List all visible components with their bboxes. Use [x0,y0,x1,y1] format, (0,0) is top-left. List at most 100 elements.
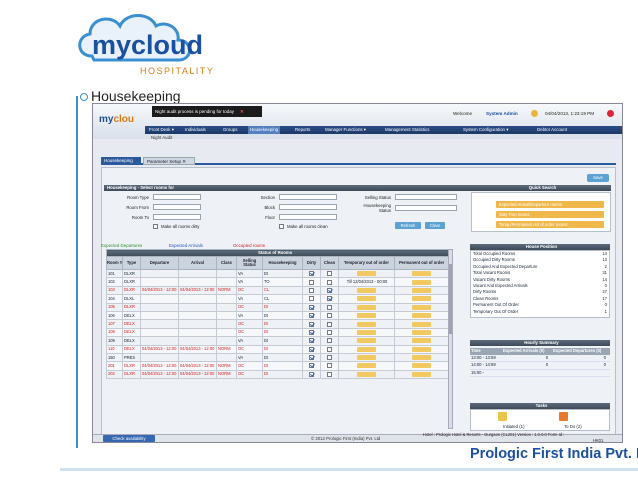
quick-out-of-order-button[interactable]: Temp./Permanent out of order rooms [496,221,604,228]
col-departure[interactable]: Departure [140,256,179,270]
menu-housekeeping[interactable]: Housekeeping [248,126,281,134]
section-select[interactable] [279,194,337,200]
clean-checkbox[interactable] [327,321,332,327]
table-row[interactable]: 105 DLXR OC DI [106,302,450,312]
make-clean-checkbox[interactable] [279,224,284,229]
col-type[interactable]: Type [122,256,141,270]
todo-task-label[interactable]: To Do (2) [564,424,582,429]
perm-ooo-button[interactable] [412,287,432,293]
dirty-checkbox[interactable] [309,279,314,285]
sub-nav-night-audit[interactable]: Night Audit [151,135,172,140]
dirty-checkbox[interactable] [309,296,314,302]
user-name[interactable]: System Admin [486,111,518,116]
room-type-select[interactable] [153,194,201,200]
table-row[interactable]: 106 DELX VA DI [106,310,450,321]
close-icon[interactable]: ✕ [182,159,186,164]
table-row[interactable]: 109 DELX VA DI [106,336,450,346]
clean-checkbox[interactable] [327,329,332,335]
dirty-checkbox[interactable] [309,313,314,319]
user-icon[interactable] [531,110,538,117]
close-icon[interactable]: ✕ [240,109,244,114]
clean-checkbox[interactable] [327,371,332,377]
table-row[interactable]: 107 DELX OC DI [106,319,450,329]
perm-ooo-button[interactable] [412,271,432,277]
dirty-checkbox[interactable] [309,329,314,335]
menu-debtor-account[interactable]: Debtor Account [537,126,567,134]
temp-ooo-button[interactable] [357,355,376,361]
perm-ooo-button[interactable] [412,279,432,285]
menu-individuals[interactable]: Individuals [185,126,206,134]
menu-front-desk[interactable]: Front Desk ▾ [149,126,174,134]
temp-ooo-button[interactable] [357,329,376,335]
clean-checkbox[interactable] [327,338,332,344]
table-row[interactable]: 150 PRES VA DI [106,352,450,363]
col-housekeeping[interactable]: Housekeeping [262,256,303,270]
initiated-task-label[interactable]: Initiated (1) [503,424,525,429]
dirty-checkbox[interactable] [309,304,314,310]
block-select[interactable] [279,204,337,210]
clean-checkbox[interactable] [327,279,332,285]
perm-ooo-button[interactable] [412,363,432,369]
clean-checkbox[interactable] [327,355,332,361]
tab-housekeeping[interactable]: Housekeeping [101,157,141,165]
table-row[interactable]: 202 DLXR 04/04/2013 - 12:00 04/04/2013 - 12… [106,369,450,380]
table-row[interactable]: 108 DELX OC DI [106,327,450,338]
refresh-button[interactable]: Refresh [395,222,421,229]
table-row[interactable]: 103 DLXR 04/04/2013 - 12:00 04/04/2013 - 12… [106,285,450,296]
clean-checkbox[interactable] [327,313,332,319]
temp-ooo-button[interactable] [357,346,376,352]
dirty-checkbox[interactable] [309,321,314,327]
temp-ooo-button[interactable] [357,363,376,369]
clear-button[interactable]: Clear [425,222,445,229]
initiated-task-icon[interactable] [498,412,507,421]
col-temp-ooo[interactable]: Temporary out of order [338,256,395,270]
quick-arr-dep-button[interactable]: Expected Arrival/Departure rooms [496,201,604,208]
dirty-checkbox[interactable] [309,271,314,277]
menu-reports[interactable]: Reports [295,126,310,134]
clean-checkbox[interactable] [327,271,332,277]
temp-ooo-button[interactable] [357,371,376,377]
perm-ooo-button[interactable] [412,355,432,361]
room-from-select[interactable] [153,204,201,210]
check-availability-button[interactable]: Check availability [103,435,155,442]
dirty-checkbox[interactable] [309,363,314,369]
perm-ooo-button[interactable] [412,296,432,302]
save-button[interactable]: Save [587,174,609,182]
temp-ooo-button[interactable] [357,271,376,277]
perm-ooo-button[interactable] [412,338,432,344]
col-clean[interactable]: Clean [320,256,339,270]
col-perm-ooo[interactable]: Permanent out of order [393,256,450,270]
menu-manager-functions[interactable]: Manager Functions ▾ [325,126,366,134]
col-dirty[interactable]: Dirty [302,256,321,270]
temp-ooo-button[interactable] [357,313,376,319]
temp-ooo-button[interactable] [357,321,376,327]
room-to-select[interactable] [153,214,201,220]
floor-select[interactable] [279,214,337,220]
table-row[interactable]: 110 DELX 04/04/2013 - 12:00 04/04/2013 - 12… [106,344,450,354]
perm-ooo-button[interactable] [412,321,432,327]
make-dirty-checkbox[interactable] [153,224,158,229]
todo-task-icon[interactable] [559,412,568,421]
perm-ooo-button[interactable] [412,371,432,377]
dirty-checkbox[interactable] [309,346,314,352]
temp-ooo-button[interactable] [357,296,376,302]
dirty-checkbox[interactable] [309,338,314,344]
perm-ooo-button[interactable] [412,329,432,335]
table-row[interactable]: 104 DLXL VA CL [106,294,450,304]
tab-parameter-setup[interactable]: Parameter Setup ✕ [143,157,195,165]
dirty-checkbox[interactable] [309,371,314,377]
clean-checkbox[interactable] [327,363,332,369]
dirty-checkbox[interactable] [309,355,314,361]
col-room[interactable]: Room # [106,256,123,270]
col-arrival[interactable]: Arrival [178,256,217,270]
clean-checkbox[interactable] [327,304,332,310]
table-row[interactable]: 201 DLXR 04/04/2013 - 12:00 04/04/2013 - 12… [106,361,450,371]
clean-checkbox[interactable] [327,346,332,352]
logout-icon[interactable] [607,110,614,117]
menu-management-statistics[interactable]: Management Statistics [385,126,429,134]
perm-ooo-button[interactable] [412,313,432,319]
temp-ooo-button[interactable] [357,287,376,293]
temp-ooo-button[interactable] [357,338,376,344]
menu-groups[interactable]: Groups [223,126,237,134]
selling-status-select[interactable] [395,194,457,200]
